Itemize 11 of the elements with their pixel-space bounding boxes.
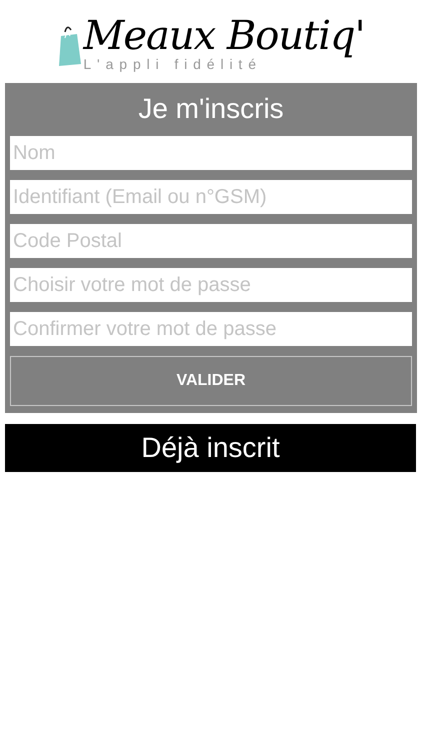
input-field[interactable]: Identifiant (Email ou n°GSM) [10,180,412,214]
logo-tagline: L'appli fidélité [83,56,262,72]
validate-button[interactable]: VALIDER [10,356,412,406]
input-field[interactable]: Nom [10,136,412,170]
input-field[interactable]: Choisir votre mot de passe [10,268,412,302]
form-title: Je m'inscris [137,92,285,126]
input-field[interactable]: Confirmer votre mot de passe [10,312,412,346]
already-registered-button[interactable]: Déjà inscrit [5,424,416,472]
shopping-bag-icon [57,24,84,68]
input-field[interactable]: Code Postal [10,224,412,258]
logo-text: Meaux Boutiq' [83,14,365,58]
